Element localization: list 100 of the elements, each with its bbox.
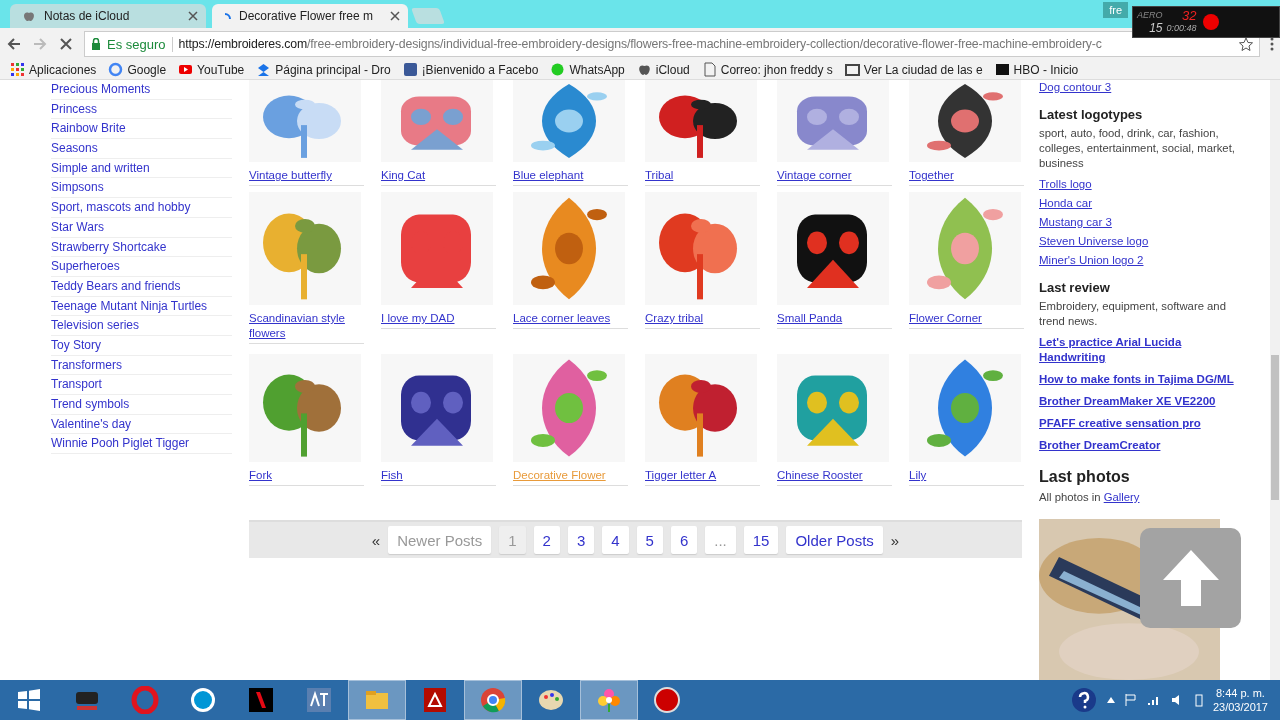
star-icon[interactable] [1239, 37, 1253, 51]
design-link[interactable]: Tribal [645, 168, 760, 186]
category-link[interactable]: Superheroes [51, 257, 232, 277]
menu-icon[interactable] [1270, 37, 1274, 51]
design-link[interactable]: Small Panda [777, 311, 892, 329]
battery-icon[interactable] [1194, 693, 1203, 707]
section-heading: Last photos [1039, 468, 1131, 486]
secure-label: Es seguro [107, 36, 173, 52]
help-icon[interactable] [1070, 687, 1097, 713]
address-bar[interactable]: Es seguro https://embroideres.com/free-embroidery-designs/individual-free-embroidery-designs/flowers-free-machine-embroidery-collection/decorative-flower-free-machine-embroidery-c [84, 31, 1260, 57]
article-link[interactable]: Brother DreamCreator [1039, 438, 1239, 453]
bookmark[interactable]: Google [108, 62, 167, 77]
page-link[interactable]: 2 [533, 526, 560, 554]
clock[interactable]: 8:44 p. m. 23/03/2017 [1212, 686, 1268, 714]
url-text: https://embroideres.com/free-embroidery-designs/individual-free-embroidery-designs/flowers-free-machine-embroidery-collection/decorative-flower-free-machine-embroidery-c [178, 37, 1102, 51]
design-link[interactable]: Fish [381, 468, 496, 486]
category-link[interactable]: Simpsons [51, 178, 232, 199]
category-link[interactable]: Winnie Pooh Piglet Tigger [51, 434, 232, 455]
category-link[interactable]: Teddy Bears and friends [51, 276, 232, 297]
design-link[interactable]: Lily [909, 468, 1024, 486]
browser-tab[interactable]: Decorative Flower free m [212, 4, 408, 28]
category-link[interactable]: Transport [51, 375, 232, 395]
taskbar-app[interactable] [464, 680, 522, 720]
design-link[interactable]: Blue elephant [513, 168, 628, 186]
category-link[interactable]: Simple and written [51, 158, 232, 179]
browser-icon [479, 686, 507, 714]
design-link[interactable]: Crazy tribal [645, 311, 760, 329]
film-icon [844, 62, 860, 77]
bookmark[interactable]: iCloud [636, 62, 690, 77]
translate-icon [305, 686, 333, 714]
page-link[interactable]: 6 [670, 526, 698, 554]
article-link[interactable]: Mustang car 3 [1039, 215, 1239, 230]
design-link[interactable]: Scandinavian style flowers [249, 311, 364, 344]
lock-icon [91, 38, 101, 50]
category-link[interactable]: Toy Story [51, 335, 232, 356]
recorder-overlay: AERO 15 32 0:00:48 [1132, 6, 1280, 38]
page-link[interactable]: 4 [602, 526, 629, 554]
design-link[interactable]: Dog contour 3 [1039, 80, 1239, 95]
document-icon [421, 686, 449, 714]
design-link[interactable]: Vintage butterfly [249, 168, 364, 186]
category-link[interactable]: Rainbow Brite [51, 119, 232, 140]
category-link[interactable]: Trend symbols [51, 395, 232, 415]
article-link[interactable]: Brother DreamMaker XE VE2200 [1039, 394, 1239, 409]
scrollbar[interactable] [1270, 80, 1280, 680]
bookmark[interactable]: Página principal - Dro [256, 62, 391, 77]
bookmark[interactable]: Ver La ciudad de las e [844, 62, 983, 77]
round-logo-icon [189, 686, 217, 714]
article-link[interactable]: How to make fonts in Tajima DG/ML [1039, 372, 1239, 387]
category-link[interactable]: Seasons [51, 139, 232, 159]
bookmark[interactable]: Correo: jhon freddy s [701, 62, 833, 77]
caret-icon[interactable] [1106, 697, 1115, 703]
design-link[interactable]: Flower Corner [909, 311, 1024, 329]
close-icon[interactable] [390, 11, 400, 21]
design-link[interactable]: Fork [249, 468, 364, 486]
design-link[interactable]: Lace corner leaves [513, 311, 628, 329]
category-link[interactable]: Precious Moments [51, 80, 232, 100]
apps-grid-icon [10, 62, 25, 77]
signal-icon[interactable] [1146, 694, 1161, 706]
design-link[interactable]: King Cat [381, 168, 496, 186]
flag-icon[interactable] [1124, 694, 1137, 706]
category-link[interactable]: Television series [51, 316, 232, 336]
gallery-link[interactable]: Gallery [1103, 491, 1140, 503]
category-link[interactable]: Sport, mascots and hobby [51, 198, 232, 218]
loading-spinner-icon [224, 12, 231, 20]
page-icon [701, 62, 717, 77]
bookmark[interactable]: HBO - Inicio [994, 62, 1079, 77]
design-link[interactable]: Tigger letter A [645, 468, 760, 486]
category-link[interactable]: Transformers [51, 355, 232, 376]
pagination-arrow: » [890, 531, 900, 549]
back-to-top-button[interactable] [1140, 528, 1241, 628]
article-link[interactable]: Steven Universe logo [1039, 234, 1239, 249]
page-link[interactable]: 5 [636, 526, 663, 554]
bookmark[interactable]: Aplicaciones [10, 62, 97, 77]
category-link[interactable]: Valentine's day [51, 414, 232, 435]
ring-icon [131, 686, 159, 714]
tile-icon [994, 62, 1010, 77]
article-link[interactable]: Miner's Union logo 2 [1039, 253, 1239, 268]
page-link[interactable]: 3 [567, 526, 595, 554]
bookmark[interactable]: YouTube [178, 62, 245, 77]
design-link[interactable]: Chinese Rooster [777, 468, 892, 486]
page-link[interactable]: 15 [743, 526, 779, 554]
design-link[interactable]: I love my DAD [381, 311, 496, 329]
bookmark[interactable]: WhatsApp [550, 62, 625, 77]
design-link[interactable]: Vintage corner [777, 168, 892, 186]
page-link[interactable]: Older Posts [786, 526, 883, 554]
article-link[interactable]: Trolls logo [1039, 177, 1239, 192]
design-link[interactable]: Together [909, 168, 1024, 186]
browser-tab[interactable]: Notas de iCloud [10, 4, 206, 28]
bookmark[interactable]: ¡Bienvenido a Facebo [402, 62, 539, 77]
article-link[interactable]: PFAFF creative sensation pro [1039, 416, 1239, 431]
article-link[interactable]: Let's practice Arial Lucida Handwriting [1039, 335, 1239, 365]
article-link[interactable]: Honda car [1039, 196, 1239, 211]
category-link[interactable]: Star Wars [51, 217, 232, 238]
back-icon[interactable] [6, 36, 22, 52]
category-link[interactable]: Teenage Mutant Ninja Turtles [51, 296, 232, 317]
record-icon[interactable] [1200, 12, 1221, 32]
stop-icon[interactable] [58, 36, 74, 52]
category-link[interactable]: Princess [51, 99, 232, 120]
category-link[interactable]: Strawberry Shortcake [51, 237, 232, 258]
close-icon[interactable] [188, 11, 198, 21]
